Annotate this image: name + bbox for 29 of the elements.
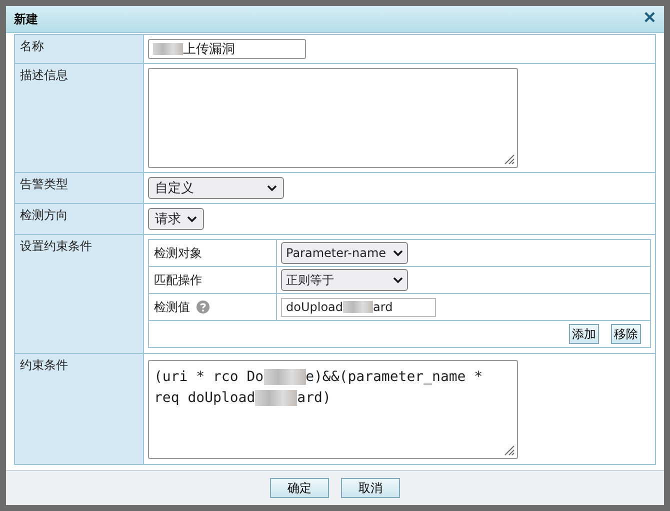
field-label: 约束条件 (15, 354, 144, 465)
dropdown[interactable]: 自定义 (148, 177, 284, 199)
field-label: 名称 (15, 35, 144, 64)
dropdown[interactable]: Parameter-name (281, 242, 408, 264)
text-area[interactable] (148, 68, 518, 168)
dialog-button[interactable]: 确定 (270, 478, 329, 498)
chevron-down-icon (393, 250, 403, 256)
dropdown[interactable]: 请求 (148, 208, 204, 230)
resize-grip-icon (504, 445, 515, 456)
chevron-down-icon (393, 276, 403, 284)
small-button[interactable]: 移除 (611, 324, 641, 344)
dialog-title: 新建 (14, 10, 38, 28)
field-label: 检测对象 (154, 244, 202, 262)
field-label: 告警类型 (15, 173, 144, 204)
field-label: 检测方向 (15, 204, 144, 235)
small-button[interactable]: 添加 (569, 324, 599, 344)
field-label: 设置约束条件 (15, 235, 144, 354)
dialog-button[interactable]: 取消 (341, 478, 400, 498)
field-label: 匹配操作 (154, 272, 202, 288)
input-field[interactable]: doUpload ard (281, 298, 436, 316)
dropdown[interactable]: 正则等于 (281, 269, 408, 291)
close-button[interactable]: ✕ (643, 11, 656, 27)
input-field[interactable]: 上传漏洞 (148, 39, 306, 59)
resize-grip-icon (504, 154, 515, 165)
chevron-down-icon (267, 184, 277, 192)
field-label: 描述信息 (15, 64, 144, 173)
chevron-down-icon (187, 216, 197, 222)
field-label: 检测值 (154, 298, 190, 316)
text-area[interactable]: (uri * rco Do e)&&(parameter_name * req doUpload ard) (148, 360, 518, 459)
